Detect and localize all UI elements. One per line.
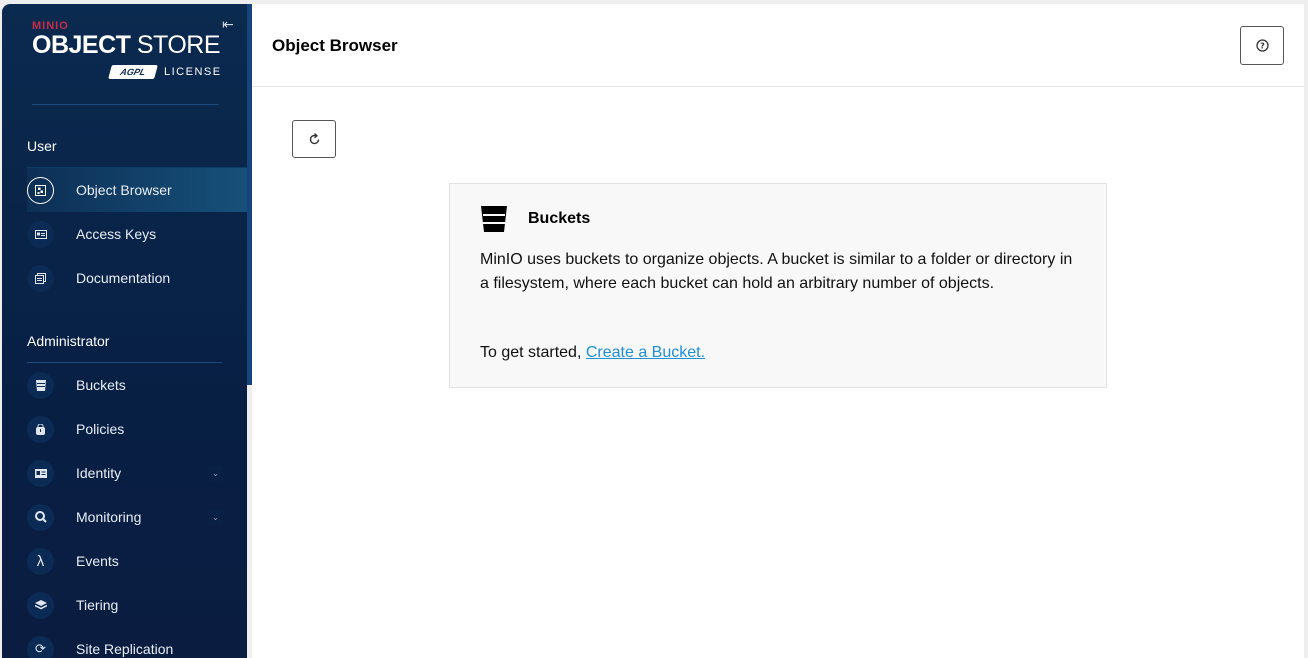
refresh-icon bbox=[309, 132, 319, 144]
sidebar-item-events[interactable]: λ Events bbox=[27, 539, 247, 583]
sidebar-item-identity[interactable]: Identity ⌄ bbox=[27, 451, 247, 495]
main-content: Object Browser ? Buckets MinIO uses buck… bbox=[252, 4, 1304, 658]
chevron-down-icon[interactable]: ⌄ bbox=[208, 509, 223, 525]
card-description: MinIO uses buckets to organize objects. … bbox=[480, 251, 1073, 292]
sidebar-item-monitoring[interactable]: Monitoring ⌄ bbox=[27, 495, 247, 539]
sidebar-item-site-replication[interactable]: ⟳ Site Replication bbox=[27, 627, 247, 658]
logo-license: LICENSE bbox=[164, 66, 222, 78]
chevron-down-icon[interactable]: ⌄ bbox=[208, 465, 223, 481]
svg-text:?: ? bbox=[1260, 42, 1265, 51]
bucket-icon bbox=[481, 206, 507, 232]
card-title: Buckets bbox=[528, 210, 591, 227]
card-get-started: To get started, Create a Bucket. bbox=[480, 344, 706, 361]
replication-icon: ⟳ bbox=[27, 635, 54, 658]
page-header: Object Browser ? bbox=[252, 4, 1304, 87]
logo: MINIO OBJECT STORE AGPL LICENSE bbox=[32, 20, 221, 79]
refresh-button[interactable] bbox=[292, 120, 336, 158]
sidebar-item-buckets[interactable]: Buckets bbox=[27, 363, 247, 407]
sidebar-item-policies[interactable]: Policies bbox=[27, 407, 247, 451]
layers-icon bbox=[27, 591, 54, 619]
sidebar-item-object-browser[interactable]: Object Browser bbox=[27, 168, 247, 212]
help-button[interactable]: ? bbox=[1240, 26, 1284, 65]
sidebar-item-documentation[interactable]: Documentation bbox=[27, 256, 247, 300]
logo-product: OBJECT STORE bbox=[32, 31, 221, 59]
section-administrator: Administrator bbox=[27, 333, 110, 349]
divider bbox=[32, 104, 219, 105]
sidebar: MINIO OBJECT STORE AGPL LICENSE ⇤ User Ob… bbox=[2, 4, 247, 658]
collapse-sidebar-icon[interactable]: ⇤ bbox=[222, 16, 234, 33]
documentation-icon bbox=[27, 264, 54, 292]
buckets-info-card: Buckets MinIO uses buckets to organize o… bbox=[449, 183, 1107, 388]
create-bucket-link[interactable]: Create a Bucket. bbox=[586, 344, 705, 361]
sidebar-item-tiering[interactable]: Tiering bbox=[27, 583, 247, 627]
bucket-icon bbox=[27, 371, 54, 399]
key-icon bbox=[27, 220, 54, 248]
policy-icon bbox=[27, 415, 54, 443]
identity-icon bbox=[27, 459, 54, 487]
section-user: User bbox=[27, 138, 57, 154]
agpl-badge: AGPL bbox=[108, 65, 158, 79]
sidebar-item-access-keys[interactable]: Access Keys bbox=[27, 212, 247, 256]
lambda-icon: λ bbox=[27, 547, 54, 575]
help-icon: ? bbox=[1255, 39, 1269, 52]
object-browser-icon bbox=[27, 176, 54, 204]
monitoring-icon bbox=[27, 503, 54, 531]
page-title: Object Browser bbox=[272, 36, 398, 55]
